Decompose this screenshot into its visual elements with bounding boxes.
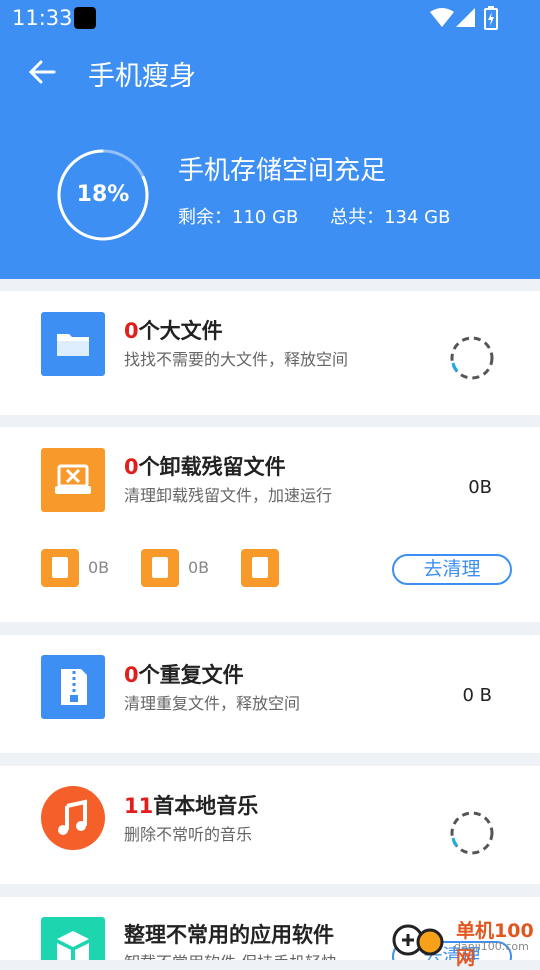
- status-time: 11:33: [12, 6, 73, 30]
- wifi-icon: [430, 8, 454, 27]
- status-bar: 11:33: [0, 0, 540, 36]
- watermark-logo-icon: [392, 924, 444, 956]
- local-music-subtitle: 删除不常听的音乐: [124, 825, 253, 844]
- loading-spinner-icon: [450, 811, 494, 855]
- uninstall-residue-card[interactable]: 0个卸载残留文件 清理卸载残留文件，加速运行 0B 0B 0B: [0, 427, 540, 622]
- large-files-subtitle: 找找不需要的大文件，释放空间: [124, 350, 349, 369]
- unused-apps-subtitle: 卸载不常用软件,保持手机轻快: [124, 949, 337, 960]
- duplicate-files-subtitle: 清理重复文件，释放空间: [124, 694, 301, 713]
- loading-spinner-icon: [450, 336, 494, 380]
- zip-file-icon: [41, 655, 105, 719]
- header: 手机瘦身 18% 手机存储空间充足 剩余：110 GB 总共：134 GB: [0, 36, 540, 279]
- large-files-title: 0个大文件: [124, 319, 223, 343]
- file-icon: [241, 549, 279, 587]
- duplicate-files-size: 0 B: [462, 685, 492, 706]
- trash-box-icon: [41, 448, 105, 512]
- page-title: 手机瘦身: [88, 61, 196, 92]
- folder-icon: [41, 312, 105, 376]
- uninstall-residue-title: 0个卸载残留文件: [124, 455, 286, 479]
- app-box-icon: [41, 917, 105, 960]
- local-music-title: 11首本地音乐: [124, 794, 259, 818]
- large-files-card[interactable]: 0个大文件 找找不需要的大文件，释放空间: [0, 291, 540, 415]
- storage-remaining: 剩余：110 GB: [178, 207, 299, 228]
- duplicate-files-card[interactable]: 0个重复文件 清理重复文件，释放空间 0 B: [0, 635, 540, 753]
- signal-icon: [456, 8, 475, 27]
- duplicate-files-title: 0个重复文件: [124, 663, 244, 687]
- storage-stats: 剩余：110 GB 总共：134 GB: [178, 203, 476, 229]
- storage-percent: 18%: [76, 182, 130, 207]
- watermark-url: danji100.com: [454, 940, 529, 953]
- mini-size: 0B: [88, 558, 110, 577]
- notification-app-icon: [74, 7, 96, 29]
- local-music-card[interactable]: 11首本地音乐 删除不常听的音乐: [0, 766, 540, 884]
- back-arrow-icon[interactable]: [28, 58, 56, 86]
- storage-total: 总共：134 GB: [330, 207, 451, 228]
- uninstall-residue-size: 0B: [468, 477, 492, 498]
- uninstall-residue-subtitle: 清理卸载残留文件，加速运行: [124, 486, 333, 505]
- watermark: 单机100网 danji100.com: [390, 916, 540, 969]
- mini-size: 0B: [188, 558, 210, 577]
- storage-ring: 18%: [56, 148, 150, 242]
- unused-apps-title: 整理不常用的应用软件: [124, 923, 334, 947]
- storage-status: 手机存储空间充足: [178, 156, 387, 186]
- battery-charging-icon: [484, 6, 498, 30]
- music-note-icon: [41, 786, 105, 850]
- file-icon: [41, 549, 79, 587]
- clean-button[interactable]: 去清理: [392, 554, 512, 585]
- file-icon: [141, 549, 179, 587]
